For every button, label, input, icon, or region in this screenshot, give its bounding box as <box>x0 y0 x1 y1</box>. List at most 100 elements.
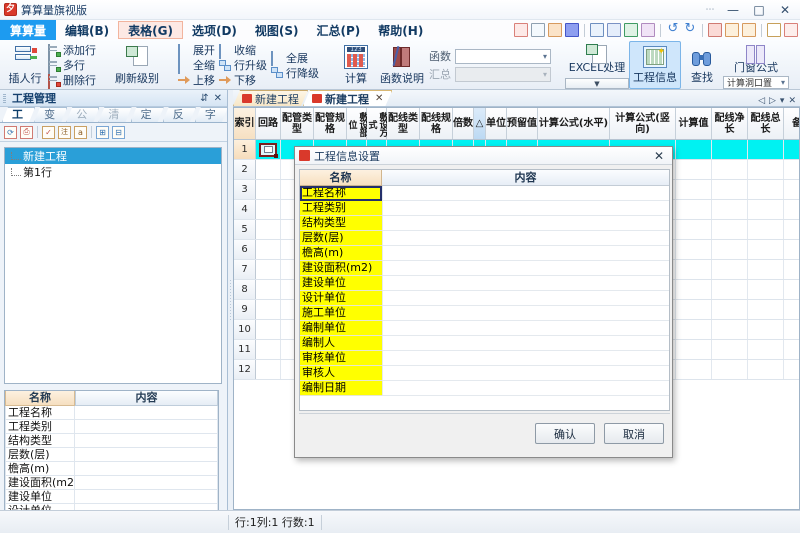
grid-cell[interactable] <box>784 300 800 319</box>
grid-cell[interactable] <box>676 280 712 299</box>
dialog-field-value[interactable] <box>382 201 669 216</box>
grid-column-header[interactable]: 预留值 <box>507 108 538 139</box>
property-value[interactable] <box>75 448 218 462</box>
list-icon[interactable] <box>624 23 638 37</box>
tree-node-row1[interactable]: 第1行 <box>5 164 221 180</box>
grid-column-header[interactable]: 计算公式(竖向) <box>610 108 676 139</box>
property-value[interactable] <box>75 434 218 448</box>
collapse-button[interactable]: 收缩 <box>217 43 269 58</box>
selected-cell[interactable] <box>259 143 277 157</box>
grid-cell[interactable] <box>712 360 748 379</box>
row-number[interactable]: 10 <box>234 320 256 339</box>
add-node-icon[interactable]: ⊞ <box>96 126 109 139</box>
row-number[interactable]: 12 <box>234 360 256 379</box>
menu-item-brand[interactable]: 算算量 <box>0 20 56 40</box>
move-down-button[interactable]: 下移 <box>217 73 269 88</box>
tab-formula[interactable]: 公式 <box>66 107 99 122</box>
collapse-all-button[interactable]: 全缩 <box>176 58 217 73</box>
summary-combo[interactable]: ▾ <box>455 67 551 82</box>
undo-icon[interactable]: ↺ <box>666 23 680 37</box>
dialog-field-value[interactable] <box>382 321 669 336</box>
grid-cell[interactable] <box>712 180 748 199</box>
grid-cell[interactable] <box>676 340 712 359</box>
grid-cell[interactable] <box>712 280 748 299</box>
function-help-button[interactable]: 函数说明 <box>377 41 427 89</box>
grid-cell[interactable] <box>784 200 800 219</box>
grid-cell[interactable] <box>256 260 281 279</box>
tab-close-icon[interactable]: ✕ <box>788 96 796 106</box>
dialog-field-name[interactable]: 檐高(m) <box>300 246 382 261</box>
open-folder-icon[interactable] <box>548 23 562 37</box>
grid-cell[interactable] <box>784 140 800 159</box>
dialog-field-value[interactable] <box>382 291 669 306</box>
export-table-icon[interactable] <box>607 23 621 37</box>
menu-item-view[interactable]: 视图(S) <box>246 20 308 40</box>
grid-column-header[interactable]: 配管类型 <box>281 108 314 139</box>
grid-cell[interactable] <box>712 340 748 359</box>
dialog-row[interactable]: 层数(层) <box>300 231 669 246</box>
dialog-row[interactable]: 审核人 <box>300 366 669 381</box>
grid-column-header[interactable]: 回路 <box>256 108 281 139</box>
dialog-row[interactable]: 檐高(m) <box>300 246 669 261</box>
grid-cell[interactable] <box>256 160 281 179</box>
remove-node-icon[interactable]: ⊟ <box>112 126 125 139</box>
project-info-button[interactable]: ✦ 工程信息 <box>629 41 681 89</box>
split-row-icon[interactable] <box>742 23 756 37</box>
grid-column-header[interactable]: 单位 <box>486 108 507 139</box>
grid-cell[interactable] <box>712 200 748 219</box>
dialog-field-name[interactable]: 结构类型 <box>300 216 382 231</box>
grid-cell[interactable] <box>784 340 800 359</box>
row-number[interactable]: 6 <box>234 240 256 259</box>
export-red-icon[interactable] <box>708 23 722 37</box>
close-button[interactable]: ✕ <box>772 1 798 19</box>
row-number[interactable]: 1 <box>234 140 256 159</box>
maximize-button[interactable]: □ <box>746 1 772 19</box>
dialog-field-name[interactable]: 层数(层) <box>300 231 382 246</box>
dialog-field-name[interactable]: 设计单位 <box>300 291 382 306</box>
dialog-row[interactable]: 编制人 <box>300 336 669 351</box>
grid-cell[interactable] <box>784 240 800 259</box>
tab-char[interactable]: 字符 <box>195 107 228 122</box>
grid-cell[interactable] <box>676 320 712 339</box>
refresh-icon[interactable]: ⟳ <box>4 126 17 139</box>
multi-row-button[interactable]: 多行 <box>46 58 98 73</box>
doc-tab-close-icon[interactable]: ✕ <box>375 93 383 104</box>
columns-icon[interactable] <box>641 23 655 37</box>
insert-row-button[interactable]: 插人行 <box>4 41 46 89</box>
dialog-field-name[interactable]: 审核人 <box>300 366 382 381</box>
dialog-row[interactable]: 编制单位 <box>300 321 669 336</box>
tab-reverse[interactable]: 反查 <box>163 107 196 122</box>
redo-icon[interactable]: ↻ <box>683 23 697 37</box>
property-row[interactable]: 建设单位 <box>5 490 218 504</box>
layout-icon[interactable] <box>784 23 798 37</box>
tab-quota[interactable]: 定额 <box>131 107 164 122</box>
grid-column-header[interactable]: 敷设部位 <box>347 108 367 139</box>
row-number[interactable]: 8 <box>234 280 256 299</box>
dialog-field-value[interactable] <box>382 306 669 321</box>
dialog-field-value[interactable] <box>382 276 669 291</box>
row-number[interactable]: 5 <box>234 220 256 239</box>
dialog-field-value[interactable] <box>382 216 669 231</box>
grid-column-header[interactable]: 计算公式(水平) <box>538 108 610 139</box>
row-number[interactable]: 4 <box>234 200 256 219</box>
grid-cell[interactable] <box>784 260 800 279</box>
tab-list-icon[interactable]: ▾ <box>780 96 785 106</box>
grid-cell[interactable] <box>748 300 784 319</box>
calculate-button[interactable]: 123 计算 <box>335 41 377 89</box>
grid-cell[interactable] <box>256 340 281 359</box>
dialog-field-value[interactable] <box>382 336 669 351</box>
project-info-dialog[interactable]: 工程信息设置 ✕ 名称 内容 工程名称工程类别结构类型层数(层)檐高(m)建设面… <box>294 146 673 458</box>
dialog-field-name[interactable]: 编制日期 <box>300 381 382 396</box>
merge-row-icon[interactable] <box>725 23 739 37</box>
dialog-field-name[interactable]: 建设面积(m2) <box>300 261 382 276</box>
dialog-field-value[interactable] <box>382 186 669 201</box>
grid-column-header[interactable]: 敷设方式 <box>367 108 387 139</box>
find-button[interactable]: 查找 <box>681 41 723 89</box>
demote-row-button[interactable]: 行降级 <box>269 65 321 80</box>
grid-cell[interactable] <box>712 320 748 339</box>
grid-column-header[interactable]: 配线总长 <box>748 108 784 139</box>
grid-cell[interactable] <box>748 180 784 199</box>
grid-cell[interactable] <box>256 200 281 219</box>
project-tree[interactable]: 新建工程 第1行 <box>4 147 222 384</box>
menu-item-help[interactable]: 帮助(H) <box>369 20 432 40</box>
